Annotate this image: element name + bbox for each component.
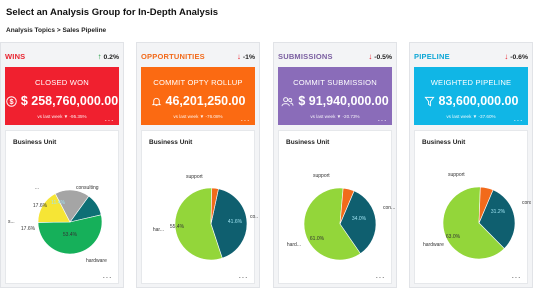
pie-value-label: 53.4% [63, 232, 78, 238]
pie-category-label: cons... [522, 200, 531, 206]
business-unit-card[interactable]: Business Unit co...har...support41.6%55.… [141, 130, 258, 285]
more-options-icon[interactable]: ··· [241, 117, 251, 125]
kpi-title: WEIGHTED PIPELINE [430, 78, 512, 87]
arrow-up-icon: ↑ [97, 52, 102, 61]
column-delta: ↑ 0.2% [98, 52, 120, 61]
delta-value: -0.5% [374, 54, 392, 61]
kpi-comparison: vs last week ▼ -95.35% [37, 114, 87, 119]
pie-category-label: hardware [86, 258, 107, 264]
delta-value: 0.2% [103, 54, 120, 61]
pie-value-label: 34.0% [352, 216, 367, 222]
column-name[interactable]: WINS [5, 52, 25, 61]
pie-category-label: support [186, 174, 203, 180]
kpi-amount: $ 91,940,000.00 [298, 94, 389, 108]
kpi-tile[interactable]: COMMIT OPTY ROLLUP 46,201,250.00 vs last… [141, 67, 255, 125]
dollar-icon: $ [6, 96, 17, 110]
kpi-amount: 83,600,000.00 [438, 94, 519, 108]
pie-category-label: consulting [76, 185, 99, 191]
pie-chart[interactable]: con... hard... support 34.0% 61.0% [279, 131, 395, 285]
pie-category-label: har... [153, 227, 164, 233]
column-header: SUBMISSIONS ↓ -0.5% [278, 52, 392, 64]
column-name[interactable]: SUBMISSIONS [278, 52, 333, 61]
kpi-value: 83,600,000.00 [414, 94, 528, 110]
pie-value-label: 17.6% [21, 226, 36, 232]
pie-category-label: s... [8, 219, 15, 225]
pie-value-label: 41.6% [228, 219, 243, 225]
delta-value: -0.6% [510, 54, 528, 61]
arrow-down-icon: ↓ [236, 52, 241, 61]
more-options-icon[interactable]: ··· [239, 274, 249, 282]
pie-value-label: 11.4% [51, 200, 65, 206]
bell-icon [151, 96, 162, 110]
pie-value-label: 61.0% [310, 236, 325, 242]
more-options-icon[interactable]: ··· [378, 117, 388, 125]
kpi-title: COMMIT OPTY ROLLUP [153, 78, 243, 87]
kpi-tile[interactable]: COMMIT SUBMISSION $ 91,940,000.00 vs las… [278, 67, 392, 125]
pie-category-label: support [313, 173, 330, 179]
more-options-icon[interactable]: ··· [514, 117, 524, 125]
pie-value-label: 55.4% [170, 224, 185, 230]
column-wins: WINS ↑ 0.2% CLOSED WON $ $ 258,760,000.00 … [0, 42, 124, 288]
pie-category-label: hardware [423, 242, 444, 248]
breadcrumb: Analysis Topics > Sales Pipeline [6, 27, 106, 34]
kpi-title: CLOSED WON [35, 78, 89, 87]
more-options-icon[interactable]: ··· [376, 274, 386, 282]
filter-icon [423, 96, 435, 110]
column-name[interactable]: PIPELINE [414, 52, 450, 61]
kpi-amount: 46,201,250.00 [165, 94, 246, 108]
kpi-value: 46,201,250.00 [141, 94, 255, 110]
column-delta: ↓ -0.5% [368, 52, 392, 61]
business-unit-card[interactable]: Business Unit consulting hardware s...... 1… [5, 130, 119, 284]
kpi-tile[interactable]: WEIGHTED PIPELINE 83,600,000.00 vs last … [414, 67, 528, 125]
more-options-icon[interactable]: ··· [105, 117, 115, 125]
pie-category-label: con... [383, 205, 395, 211]
page-title: Select an Analysis Group for In-Depth An… [6, 7, 219, 18]
column-submissions: SUBMISSIONS ↓ -0.5% COMMIT SUBMISSION $ 9… [273, 42, 397, 288]
more-options-icon[interactable]: ··· [512, 274, 522, 282]
pie-category-label: support [448, 172, 465, 178]
kpi-amount: $ 258,760,000.00 [20, 94, 119, 108]
pie-chart[interactable]: cons... hardware support 31.2% 63.0% [415, 131, 531, 285]
pie-category-label: hard... [287, 242, 301, 248]
kpi-title: COMMIT SUBMISSION [293, 78, 377, 87]
breadcrumb-analysis-topics[interactable]: Analysis Topics [6, 27, 55, 34]
business-unit-card[interactable]: Business Unit cons...hardwaresupport31.2… [414, 130, 531, 285]
column-header: WINS ↑ 0.2% [5, 52, 119, 64]
more-options-icon[interactable]: ··· [103, 274, 113, 282]
arrow-down-icon: ↓ [504, 52, 509, 61]
svg-text:$: $ [9, 97, 13, 106]
pie-category-label: co... [250, 214, 258, 220]
pie-value-label: 17.6% [33, 203, 48, 209]
column-delta: ↓ -1% [237, 52, 255, 61]
column-name[interactable]: OPPORTUNITIES [141, 52, 205, 61]
kpi-tile[interactable]: CLOSED WON $ $ 258,760,000.00 vs last wee… [5, 67, 119, 125]
column-opportunities: OPPORTUNITIES ↓ -1% COMMIT OPTY ROLLUP 46… [136, 42, 260, 288]
pie-chart[interactable]: co... har... support 41.6% 55.4% [142, 131, 258, 285]
pie-value-label: 63.0% [446, 234, 461, 240]
column-header: PIPELINE ↓ -0.6% [414, 52, 528, 64]
pie-chart[interactable]: consulting hardware s...... 11.4% 53.4% 17.6%… [6, 131, 122, 285]
pie-value-label: 31.2% [491, 209, 506, 215]
column-delta: ↓ -0.6% [504, 52, 528, 61]
kpi-comparison: vs last week ▼ -20.73% [310, 114, 360, 119]
kpi-value: $ 91,940,000.00 [278, 94, 392, 110]
users-icon [281, 96, 294, 110]
kpi-comparison: vs last week ▼ -37.60% [446, 114, 496, 119]
delta-value: -1% [242, 54, 255, 61]
pie-category-label: ... [35, 185, 39, 191]
business-unit-card[interactable]: Business Unit con... hard... support 34.0% 6… [278, 130, 395, 285]
breadcrumb-separator: > [56, 27, 61, 34]
breadcrumb-sales-pipeline: Sales Pipeline [62, 27, 107, 34]
column-pipeline: PIPELINE ↓ -0.6% WEIGHTED PIPELINE 83,600… [409, 42, 533, 288]
arrow-down-icon: ↓ [368, 52, 373, 61]
kpi-value: $ $ 258,760,000.00 [5, 94, 119, 110]
column-header: OPPORTUNITIES ↓ -1% [141, 52, 255, 64]
kpi-comparison: vs last week ▼ -76.08% [173, 114, 223, 119]
